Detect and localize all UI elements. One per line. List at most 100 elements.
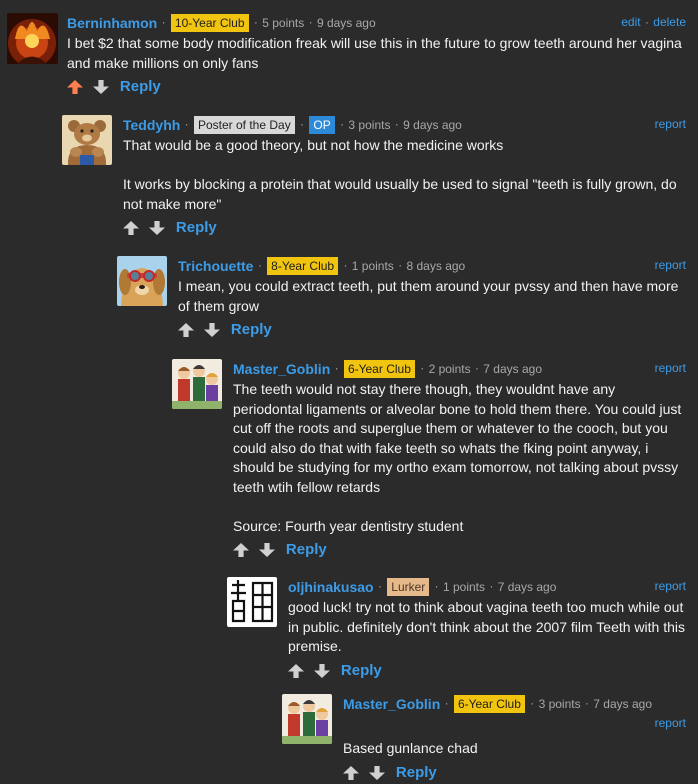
comment-body: good luck! try not to think about vagina… <box>288 598 686 657</box>
downvote-arrow-icon[interactable] <box>259 543 275 557</box>
report-link[interactable]: report <box>655 579 686 593</box>
edit-link[interactable]: edit <box>621 15 640 29</box>
separator: · <box>253 15 258 29</box>
vote-bar: Reply <box>343 762 686 784</box>
timestamp: 7 days ago <box>593 696 652 711</box>
separator: · <box>184 117 189 131</box>
comment-text: The teeth would not stay there though, t… <box>233 381 682 495</box>
reply-button[interactable]: Reply <box>231 321 272 338</box>
upvote-arrow-icon[interactable] <box>288 664 304 678</box>
downvote-arrow-icon[interactable] <box>314 664 330 678</box>
points: 1 points <box>351 258 394 273</box>
downvote-arrow-icon[interactable] <box>149 221 165 235</box>
comment-body: The teeth would not stay there though, t… <box>233 380 686 536</box>
reply-button[interactable]: Reply <box>396 764 437 781</box>
separator: · <box>300 117 305 131</box>
badge-poster-of-the-day: Poster of the Day <box>193 115 295 134</box>
reply-button[interactable]: Reply <box>120 78 161 95</box>
comment-meta: Teddyhh · Poster of the Day · OP · 3 poi… <box>123 115 686 134</box>
avatar[interactable] <box>117 256 167 306</box>
comment-text: I bet $2 that some body modification fre… <box>67 35 682 71</box>
vote-bar: Reply <box>123 217 686 239</box>
avatar[interactable] <box>172 359 222 409</box>
comment-text: That would be a good theory, but not how… <box>123 137 504 153</box>
separator: · <box>489 579 494 593</box>
comment-text: Based gunlance chad <box>343 740 478 756</box>
separator: · <box>584 696 589 710</box>
points: 3 points <box>538 696 581 711</box>
comment-text: It works by blocking a protein that woul… <box>123 176 677 212</box>
separator: · <box>420 361 425 375</box>
comment-body: That would be a good theory, but not how… <box>123 136 686 214</box>
username[interactable]: Teddyhh <box>123 117 180 133</box>
comment-actions: report <box>655 577 686 595</box>
comment-meta: oljhinakusao · Lurker · 1 points · 7 day… <box>288 577 686 596</box>
comment-actions: report <box>655 714 686 732</box>
separator: · <box>334 361 339 375</box>
vote-bar: Reply <box>233 539 686 561</box>
comment-actions: report <box>655 115 686 133</box>
separator: · <box>161 15 166 29</box>
separator: · <box>644 15 649 29</box>
separator: · <box>377 579 382 593</box>
vote-bar: Reply <box>178 319 686 341</box>
avatar[interactable] <box>62 115 112 165</box>
report-link[interactable]: report <box>655 716 686 730</box>
reply-button[interactable]: Reply <box>286 541 327 558</box>
username[interactable]: Master_Goblin <box>343 696 440 712</box>
comment-actions: report <box>655 359 686 377</box>
comment-actions: report <box>655 256 686 274</box>
comment-meta: Trichouette · 8-Year Club · 1 points · 8… <box>178 256 686 275</box>
downvote-arrow-icon[interactable] <box>369 766 385 780</box>
reply-button[interactable]: Reply <box>341 662 382 679</box>
report-link[interactable]: report <box>655 361 686 375</box>
points: 1 points <box>442 579 485 594</box>
timestamp: 9 days ago <box>403 117 462 132</box>
comment-body: I bet $2 that some body modification fre… <box>67 34 686 73</box>
upvote-arrow-icon[interactable] <box>178 323 194 337</box>
comment-body: I mean, you could extract teeth, put the… <box>178 277 686 316</box>
username[interactable]: oljhinakusao <box>288 579 374 595</box>
separator: · <box>398 258 403 272</box>
points: 5 points <box>262 15 305 30</box>
upvote-arrow-icon[interactable] <box>123 221 139 235</box>
timestamp: 7 days ago <box>497 579 557 594</box>
downvote-arrow-icon[interactable] <box>204 323 220 337</box>
separator: · <box>474 361 479 375</box>
avatar[interactable] <box>282 694 332 744</box>
timestamp: 9 days ago <box>316 15 376 30</box>
badge-8-year-club: 8-Year Club <box>267 256 339 275</box>
vote-bar: Reply <box>288 660 686 682</box>
separator: · <box>308 15 313 29</box>
report-link[interactable]: report <box>655 117 686 131</box>
upvote-arrow-icon[interactable] <box>233 543 249 557</box>
comment-text: I mean, you could extract teeth, put the… <box>178 278 679 314</box>
delete-link[interactable]: delete <box>653 15 686 29</box>
downvote-arrow-icon[interactable] <box>93 80 109 94</box>
username[interactable]: Berninhamon <box>67 15 157 31</box>
separator: · <box>444 696 449 710</box>
badge-op: OP <box>309 115 335 134</box>
badge-lurker: Lurker <box>387 577 430 596</box>
comment-text: Source: Fourth year dentistry student <box>233 517 464 534</box>
avatar[interactable] <box>227 577 277 627</box>
report-link[interactable]: report <box>655 258 686 272</box>
badge-6-year-club: 6-Year Club <box>343 359 415 378</box>
comment-text: good luck! try not to think about vagina… <box>288 599 685 654</box>
comment-actions: edit · delete <box>621 13 686 31</box>
username[interactable]: Trichouette <box>178 258 253 274</box>
points: 3 points <box>348 117 391 132</box>
separator: · <box>340 117 345 131</box>
comment-meta: Master_Goblin · 6-Year Club · 2 points ·… <box>233 359 686 378</box>
upvote-arrow-icon[interactable] <box>343 766 359 780</box>
comment-meta: Master_Goblin · 6-Year Club · 3 points ·… <box>343 694 686 732</box>
upvote-arrow-icon[interactable] <box>67 80 83 94</box>
avatar[interactable] <box>7 13 58 64</box>
comment-meta: Berninhamon · 10-Year Club · 5 points · … <box>67 13 686 32</box>
badge-6-year-club: 6-Year Club <box>453 694 525 713</box>
separator: · <box>530 696 535 710</box>
separator: · <box>343 258 348 272</box>
separator: · <box>434 579 439 593</box>
reply-button[interactable]: Reply <box>176 219 217 236</box>
username[interactable]: Master_Goblin <box>233 361 330 377</box>
